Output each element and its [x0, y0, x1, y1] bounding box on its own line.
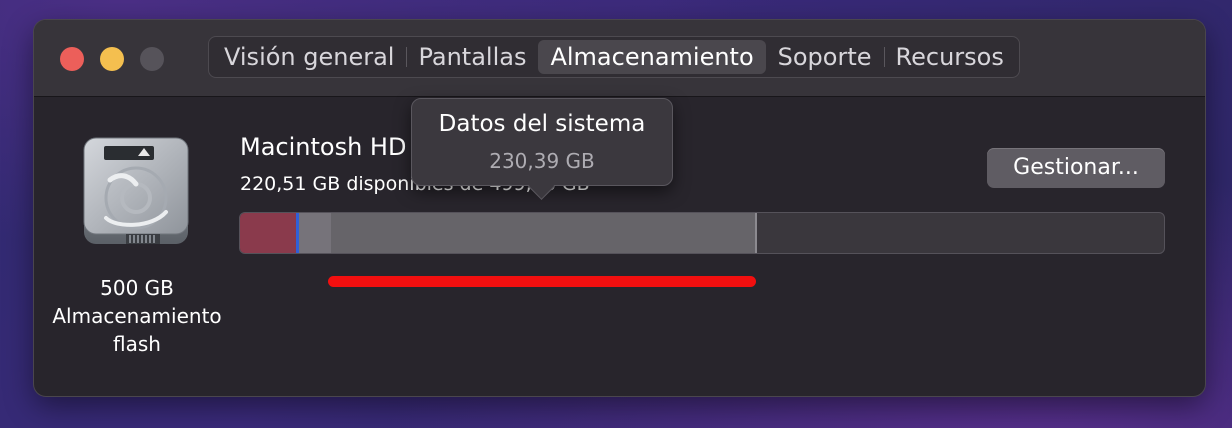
tooltip-title: Datos del sistema [438, 111, 646, 137]
zoom-button [140, 47, 164, 71]
storage-segment-system-data[interactable] [331, 213, 757, 253]
internal-hard-drive-icon [83, 137, 189, 244]
tab-overview[interactable]: Visión general [212, 40, 408, 74]
tab-resources[interactable]: Recursos [884, 40, 1016, 74]
tab-displays[interactable]: Pantallas [406, 40, 538, 74]
tooltip-size: 230,39 GB [489, 149, 595, 173]
minimize-button[interactable] [100, 47, 124, 71]
storage-tooltip: Datos del sistema 230,39 GB [411, 98, 673, 186]
storage-segment-apps[interactable] [240, 213, 297, 253]
annotation-underline [328, 276, 756, 287]
system-info-window: Visión general Pantallas Almacenamiento … [34, 20, 1205, 396]
title-bar: Visión general Pantallas Almacenamiento … [34, 20, 1205, 97]
volume-name: Macintosh HD [240, 133, 407, 161]
tab-storage[interactable]: Almacenamiento [538, 40, 766, 74]
storage-segment-other[interactable] [299, 213, 332, 253]
manage-button[interactable]: Gestionar... [987, 148, 1165, 188]
disk-caption: 500 GB Almacenamiento flash [44, 274, 230, 358]
disk-capacity: 500 GB [100, 276, 174, 300]
tab-bar: Visión general Pantallas Almacenamiento … [208, 36, 1020, 78]
tab-support[interactable]: Soporte [766, 40, 885, 74]
disk-type-line1: Almacenamiento [52, 304, 222, 328]
storage-usage-bar[interactable] [239, 212, 1165, 254]
close-button[interactable] [60, 47, 84, 71]
disk-type-line2: flash [113, 332, 161, 356]
